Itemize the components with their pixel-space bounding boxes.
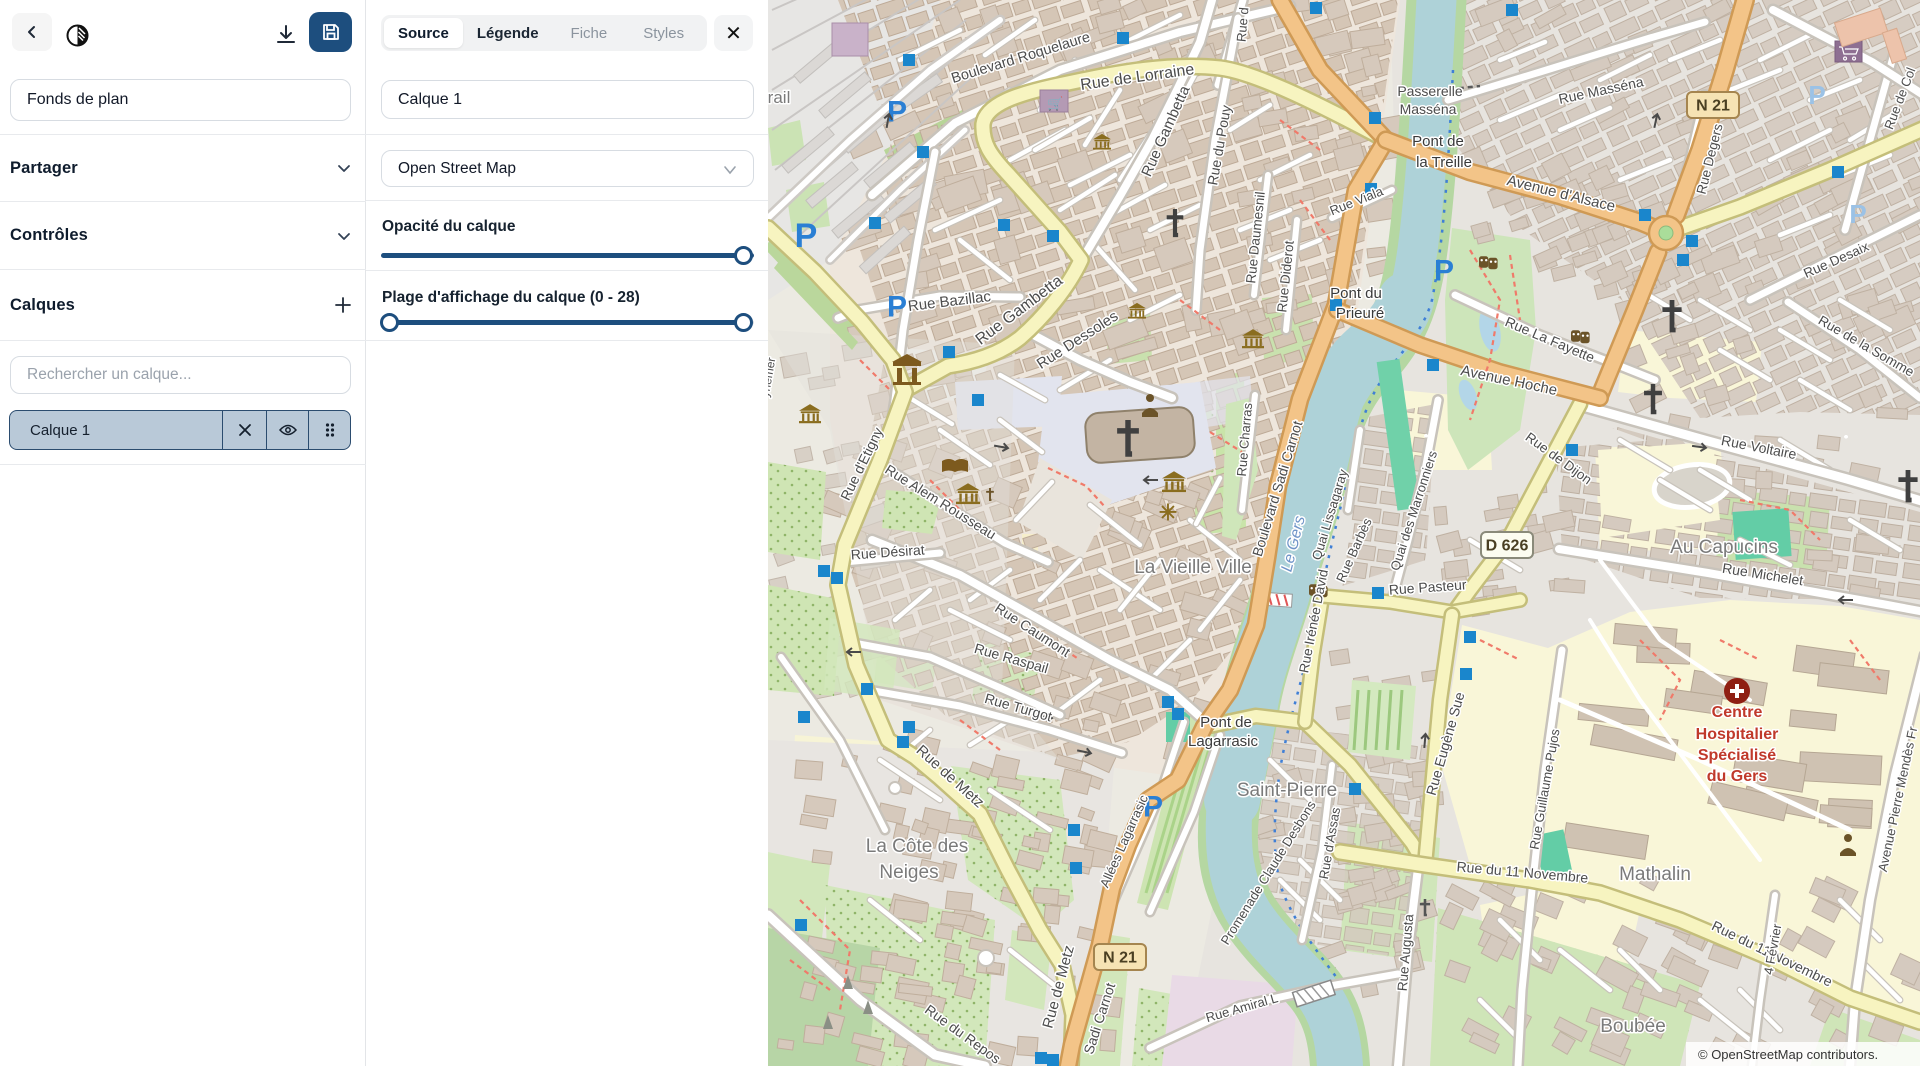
svg-text:Au Capucins: Au Capucins — [1670, 537, 1778, 558]
svg-text:P: P — [795, 217, 818, 255]
svg-text:la Treille: la Treille — [1416, 154, 1472, 171]
svg-text:P: P — [1434, 255, 1454, 288]
svg-text:🛒: 🛒 — [1047, 96, 1063, 111]
svg-text:Lagarrasic: Lagarrasic — [1188, 733, 1259, 750]
svg-text:N 21: N 21 — [1103, 950, 1137, 967]
svg-text:La Côte des: La Côte des — [866, 836, 968, 857]
svg-text:Spécialisé: Spécialisé — [1698, 747, 1776, 764]
svg-text:Saint-Pierre: Saint-Pierre — [1237, 780, 1337, 801]
svg-text:Pont de: Pont de — [1412, 133, 1464, 150]
svg-text:D 626: D 626 — [1486, 538, 1529, 555]
svg-text:P: P — [887, 96, 907, 129]
svg-text:rail: rail — [768, 88, 790, 107]
svg-text:© OpenStreetMap contributors.: © OpenStreetMap contributors. — [1698, 1047, 1878, 1062]
svg-text:Hospitalier: Hospitalier — [1696, 726, 1779, 743]
svg-text:Mathalin: Mathalin — [1619, 864, 1691, 885]
svg-text:✳: ✳ — [1159, 500, 1177, 525]
svg-text:Centre: Centre — [1712, 704, 1763, 721]
svg-text:Prieuré: Prieuré — [1336, 305, 1384, 322]
svg-text:P: P — [1849, 199, 1866, 229]
svg-text:Pont de: Pont de — [1200, 714, 1252, 731]
svg-text:P: P — [1808, 80, 1825, 110]
svg-text:Rue d: Rue d — [1234, 7, 1252, 43]
svg-text:P: P — [887, 291, 907, 324]
svg-text:La Vieille Ville: La Vieille Ville — [1134, 557, 1252, 578]
svg-text:Masséna: Masséna — [1400, 101, 1457, 117]
svg-text:N 21: N 21 — [1696, 98, 1730, 115]
svg-text:Pont du: Pont du — [1330, 285, 1382, 302]
svg-text:du Gers: du Gers — [1707, 768, 1768, 785]
svg-text:Passerelle: Passerelle — [1397, 83, 1463, 99]
svg-text:Boubée: Boubée — [1600, 1016, 1666, 1037]
svg-text:Neiges: Neiges — [879, 862, 938, 883]
